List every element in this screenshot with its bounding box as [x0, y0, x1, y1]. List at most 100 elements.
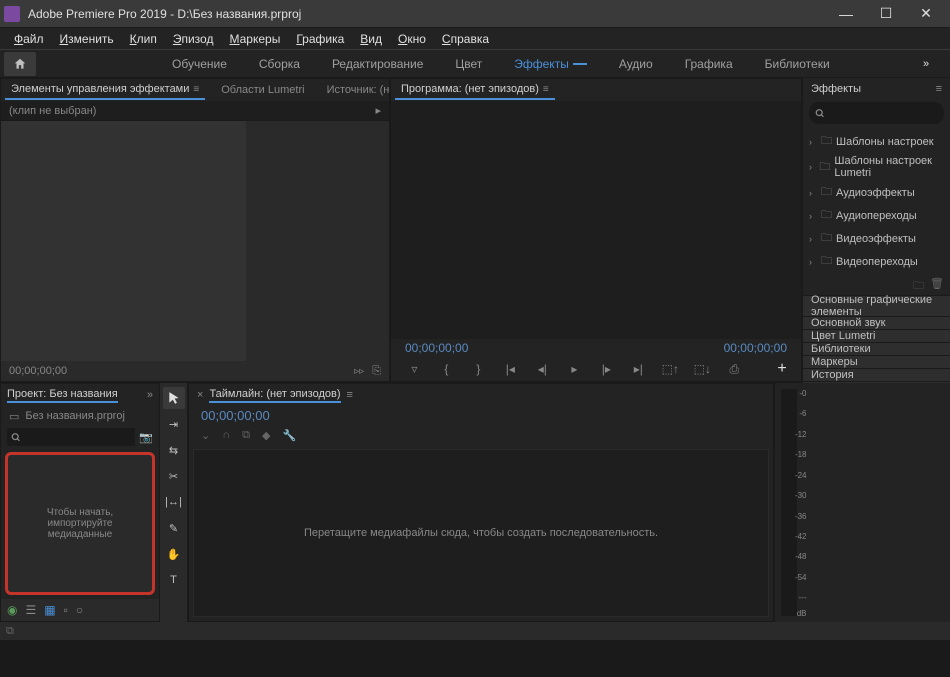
pen-tool[interactable]: ✎	[163, 517, 185, 539]
project-search-input[interactable]	[21, 430, 131, 445]
panel-menu-icon[interactable]: ≡	[936, 83, 942, 95]
panel-menu-icon[interactable]: ≡	[347, 389, 353, 401]
upper-row: Элементы управления эффектами≡ Области L…	[0, 78, 950, 383]
play-button[interactable]: ▸	[565, 362, 583, 376]
panel-lumetri-color[interactable]: Цвет Lumetri	[803, 329, 950, 342]
project-search[interactable]	[7, 428, 135, 446]
project-header: Проект: Без названия »	[1, 384, 159, 406]
zoom-slider-icon[interactable]: ○	[76, 603, 83, 617]
home-button[interactable]	[4, 52, 36, 76]
tree-item-video-effects[interactable]: ›🗀Видеоэффекты	[805, 227, 948, 250]
nest-icon[interactable]: ⌄	[201, 429, 210, 442]
tab-effect-controls[interactable]: Элементы управления эффектами≡	[5, 80, 205, 100]
razor-tool[interactable]: ✂	[163, 465, 185, 487]
project-drop-zone[interactable]: Чтобы начать, импортируйте медиаданные	[5, 452, 155, 595]
effects-search[interactable]	[809, 102, 944, 124]
zoom-to-sequence-icon[interactable]: ▹▹	[354, 366, 364, 377]
minimize-button[interactable]: —	[826, 0, 866, 28]
menu-markers[interactable]: Маркеры	[221, 30, 288, 48]
workspace-tab-graphics[interactable]: Графика	[669, 53, 749, 75]
marker-icon[interactable]: ◆	[262, 429, 270, 442]
lock-icon[interactable]: ◉	[7, 603, 17, 617]
menu-sequence[interactable]: Эпизод	[165, 30, 222, 48]
go-to-in-button[interactable]: |◂	[501, 362, 519, 376]
hand-tool[interactable]: ✋	[163, 543, 185, 565]
tree-item-audio-transitions[interactable]: ›🗀Аудиопереходы	[805, 204, 948, 227]
panel-essential-graphics[interactable]: Основные графические элементы	[803, 295, 950, 316]
panel-overflow-icon[interactable]: »	[147, 389, 153, 401]
track-select-tool[interactable]: ⇥	[163, 413, 185, 435]
menu-file[interactable]: Файл	[6, 30, 52, 48]
mark-in-button[interactable]: {	[437, 362, 455, 376]
tree-item-video-transitions[interactable]: ›🗀Видеопереходы	[805, 250, 948, 273]
menu-help[interactable]: Справка	[434, 30, 497, 48]
program-tc-left[interactable]: 00;00;00;00	[405, 341, 468, 355]
meter-tick: -36	[795, 512, 807, 521]
list-view-icon[interactable]: ☰	[25, 603, 36, 617]
effects-search-input[interactable]	[825, 107, 938, 119]
folder-icon: 🗀	[821, 183, 832, 202]
button-editor-button[interactable]: +	[777, 360, 786, 378]
settings-icon[interactable]: 🔧	[282, 429, 296, 442]
step-back-button[interactable]: ◂|	[533, 362, 551, 376]
workspace-tab-editing[interactable]: Редактирование	[316, 53, 439, 75]
menu-clip[interactable]: Клип	[122, 30, 165, 48]
ripple-edit-tool[interactable]: ⇆	[163, 439, 185, 461]
lift-button[interactable]: ⬚↑	[661, 362, 679, 376]
extract-button[interactable]: ⬚↓	[693, 362, 711, 376]
tree-item-lumetri-presets[interactable]: ›🗀Шаблоны настроек Lumetri	[805, 153, 948, 181]
mark-out-button[interactable]: }	[469, 362, 487, 376]
panel-menu-icon[interactable]: ≡	[193, 84, 199, 95]
tree-item-audio-effects[interactable]: ›🗀Аудиоэффекты	[805, 181, 948, 204]
menu-edit[interactable]: Изменить	[52, 30, 122, 48]
chevron-right-icon: ▸	[375, 104, 381, 117]
workspace-tab-libraries[interactable]: Библиотеки	[749, 53, 846, 75]
workspace-tab-assembly[interactable]: Сборка	[243, 53, 316, 75]
panel-menu-icon[interactable]: ≡	[543, 84, 549, 95]
panel-markers[interactable]: Маркеры	[803, 355, 950, 368]
workspace-tab-effects[interactable]: Эффекты	[498, 53, 603, 75]
program-viewport[interactable]	[391, 101, 801, 339]
export-frame-button[interactable]: ⎙	[725, 362, 743, 377]
tab-lumetri-scopes[interactable]: Области Lumetri	[215, 81, 310, 99]
type-tool[interactable]: T	[163, 569, 185, 591]
icon-view-icon[interactable]: ▦	[44, 603, 55, 617]
close-button[interactable]: ✕	[906, 0, 946, 28]
timeline-drop-zone[interactable]: Перетащите медиафайлы сюда, чтобы создат…	[193, 449, 769, 617]
meter-tick: -0	[799, 389, 806, 398]
panel-essential-sound[interactable]: Основной звук	[803, 316, 950, 329]
workspace-tab-color[interactable]: Цвет	[439, 53, 498, 75]
maximize-button[interactable]: ☐	[866, 0, 906, 28]
panel-libraries[interactable]: Библиотеки	[803, 342, 950, 355]
menu-window[interactable]: Окно	[390, 30, 434, 48]
link-icon: ⧉	[6, 625, 14, 638]
add-marker-button[interactable]: ▿	[405, 362, 423, 376]
meter-tick: dB	[797, 609, 807, 618]
trash-icon[interactable]: 🗑	[930, 277, 944, 295]
panel-history[interactable]: История	[803, 368, 950, 381]
timeline-timecode[interactable]: 00;00;00;00	[189, 406, 773, 425]
clip-selector-row[interactable]: (клип не выбран) ▸	[1, 101, 389, 121]
project-title[interactable]: Проект: Без названия	[7, 388, 118, 403]
effect-controls-body: (клип не выбран) ▸ 00;00;00;00 ▹▹ ⎘	[1, 101, 389, 381]
freeform-view-icon[interactable]: ▫	[64, 603, 68, 617]
menu-view[interactable]: Вид	[352, 30, 390, 48]
camera-icon[interactable]: 📷	[139, 431, 153, 444]
tree-item-presets[interactable]: ›🗀Шаблоны настроек	[805, 130, 948, 153]
workspace-tab-audio[interactable]: Аудио	[603, 53, 669, 75]
project-file-row[interactable]: ▭ Без названия.prproj	[1, 406, 159, 426]
step-forward-button[interactable]: |▸	[597, 362, 615, 376]
slip-tool[interactable]: |↔|	[163, 491, 185, 513]
playhead-icon[interactable]: ⎘	[372, 365, 381, 378]
go-to-out-button[interactable]: ▸|	[629, 362, 647, 376]
linked-selection-icon[interactable]: ⧉	[242, 429, 250, 442]
close-tab-icon[interactable]: ×	[197, 389, 203, 401]
menu-graphics[interactable]: Графика	[288, 30, 352, 48]
workspace-tab-learning[interactable]: Обучение	[156, 53, 243, 75]
tab-program[interactable]: Программа: (нет эпизодов)≡	[395, 80, 555, 100]
timeline-title[interactable]: Таймлайн: (нет эпизодов)	[209, 388, 340, 403]
snap-icon[interactable]: ∩	[222, 429, 230, 441]
new-bin-icon[interactable]: 🗀	[913, 277, 924, 295]
workspace-overflow-button[interactable]: »	[906, 58, 946, 70]
selection-tool[interactable]	[163, 387, 185, 409]
